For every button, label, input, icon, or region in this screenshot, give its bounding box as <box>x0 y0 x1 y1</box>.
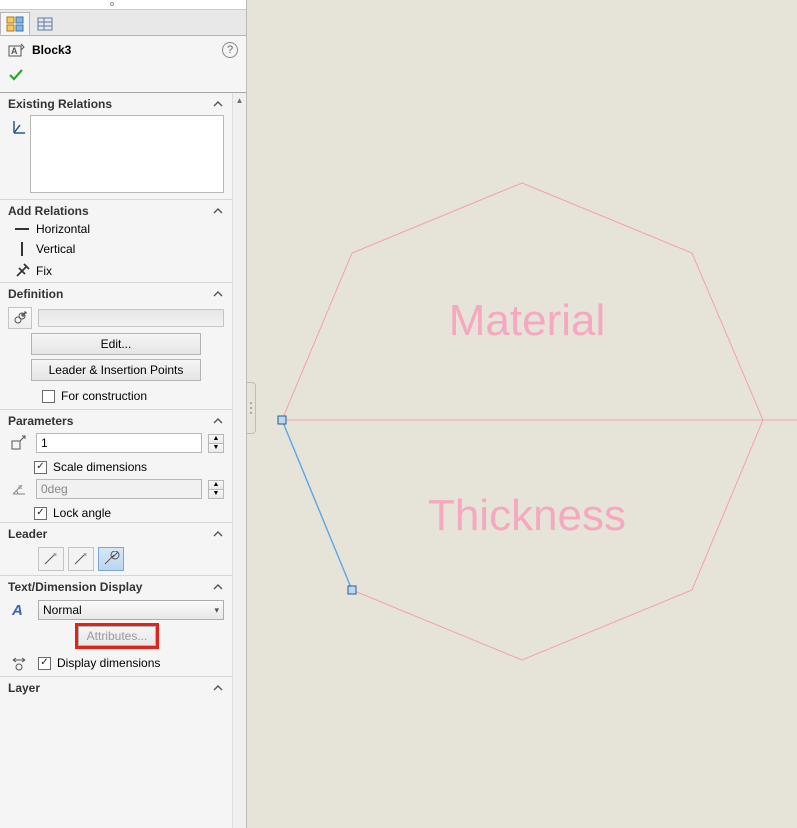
text-display-icon: A <box>8 601 30 619</box>
relations-icon <box>8 115 30 135</box>
block-name: Block3 <box>32 43 222 57</box>
section-leader: Leader <box>0 523 232 543</box>
collapse-leader[interactable] <box>212 528 224 540</box>
scale-dimensions-label: Scale dimensions <box>53 460 147 474</box>
svg-text:A: A <box>11 602 23 619</box>
property-manager-panel: A Block3 ? Existing Relations <box>0 0 247 828</box>
collapse-existing-relations[interactable] <box>212 98 224 110</box>
endpoint-handle[interactable] <box>278 416 286 424</box>
collapse-add-relations[interactable] <box>212 205 224 217</box>
link-definition-button[interactable] <box>8 307 32 329</box>
feature-manager-tab[interactable] <box>0 12 30 35</box>
leader-insertion-points-button[interactable]: Leader & Insertion Points <box>31 359 201 381</box>
section-parameters: Parameters <box>0 410 232 430</box>
edit-button[interactable]: Edit... <box>31 333 201 355</box>
attributes-button[interactable]: Attributes... <box>78 626 156 646</box>
collapse-layer[interactable] <box>212 682 224 694</box>
confirm-row <box>0 64 246 92</box>
section-add-relations: Add Relations <box>0 200 232 220</box>
add-relation-horizontal[interactable]: Horizontal <box>0 220 232 238</box>
selected-edge[interactable] <box>282 420 352 590</box>
angle-spinner[interactable]: ▲▼ <box>208 480 224 499</box>
block-icon: A <box>8 42 26 58</box>
section-text-dimension-display: Text/Dimension Display <box>0 576 232 596</box>
for-construction-checkbox[interactable] <box>42 390 55 403</box>
definition-path-field <box>38 309 224 327</box>
ok-check-icon[interactable] <box>8 67 24 83</box>
add-relation-fix[interactable]: Fix <box>0 260 232 282</box>
for-construction-label: For construction <box>61 389 147 403</box>
scale-spinner[interactable]: ▲▼ <box>208 434 224 453</box>
existing-relations-list[interactable] <box>30 115 224 193</box>
collapse-definition[interactable] <box>212 288 224 300</box>
scale-dimensions-checkbox[interactable] <box>34 461 47 474</box>
panel-tab-bar <box>0 10 246 36</box>
scale-icon <box>8 435 30 451</box>
collapse-tdd[interactable] <box>212 581 224 593</box>
svg-text:a: a <box>18 484 22 491</box>
panel-vertical-scrollbar[interactable]: ▴ <box>232 93 246 828</box>
help-button[interactable]: ? <box>222 42 238 58</box>
lock-angle-label: Lock angle <box>53 506 111 520</box>
property-tab[interactable] <box>30 12 60 35</box>
horizontal-icon <box>8 222 36 236</box>
leader-style-1[interactable]: × <box>38 547 64 571</box>
sketch-graphics: Material Thickness <box>247 0 797 828</box>
label-thickness[interactable]: Thickness <box>428 491 626 540</box>
relation-label: Horizontal <box>36 222 90 236</box>
tab-pin-dot <box>110 2 114 6</box>
vertical-icon <box>8 240 36 258</box>
add-relation-vertical[interactable]: Vertical <box>0 238 232 260</box>
svg-text:A: A <box>11 46 18 56</box>
lock-angle-checkbox[interactable] <box>34 507 47 520</box>
leader-style-none[interactable] <box>98 547 124 571</box>
scale-input[interactable]: 1 <box>36 433 202 453</box>
text-display-select[interactable]: Normal▾ <box>38 600 224 620</box>
fix-icon <box>8 262 36 280</box>
leader-style-2[interactable]: × <box>68 547 94 571</box>
scroll-up-arrow[interactable]: ▴ <box>233 93 246 107</box>
svg-text:×: × <box>83 552 87 559</box>
svg-text:×: × <box>53 552 57 559</box>
label-material[interactable]: Material <box>449 296 606 345</box>
endpoint-handle[interactable] <box>348 586 356 594</box>
display-dimensions-label: Display dimensions <box>57 656 160 670</box>
mini-tab-row <box>0 0 246 10</box>
relation-label: Vertical <box>36 242 75 256</box>
angle-input: 0deg <box>36 479 202 499</box>
panel-expand-gutter[interactable] <box>247 382 256 434</box>
display-dimensions-icon <box>8 654 30 672</box>
panel-scroll-content: Existing Relations Add Relations Hori <box>0 93 232 697</box>
panel-header: A Block3 ? <box>0 36 246 64</box>
section-layer: Layer <box>0 677 232 697</box>
relation-label: Fix <box>36 264 52 278</box>
section-existing-relations: Existing Relations <box>0 93 232 113</box>
angle-icon: a <box>8 481 30 497</box>
collapse-parameters[interactable] <box>212 415 224 427</box>
drawing-canvas[interactable]: Material Thickness <box>247 0 797 828</box>
display-dimensions-checkbox[interactable] <box>38 657 51 670</box>
section-definition: Definition <box>0 283 232 303</box>
